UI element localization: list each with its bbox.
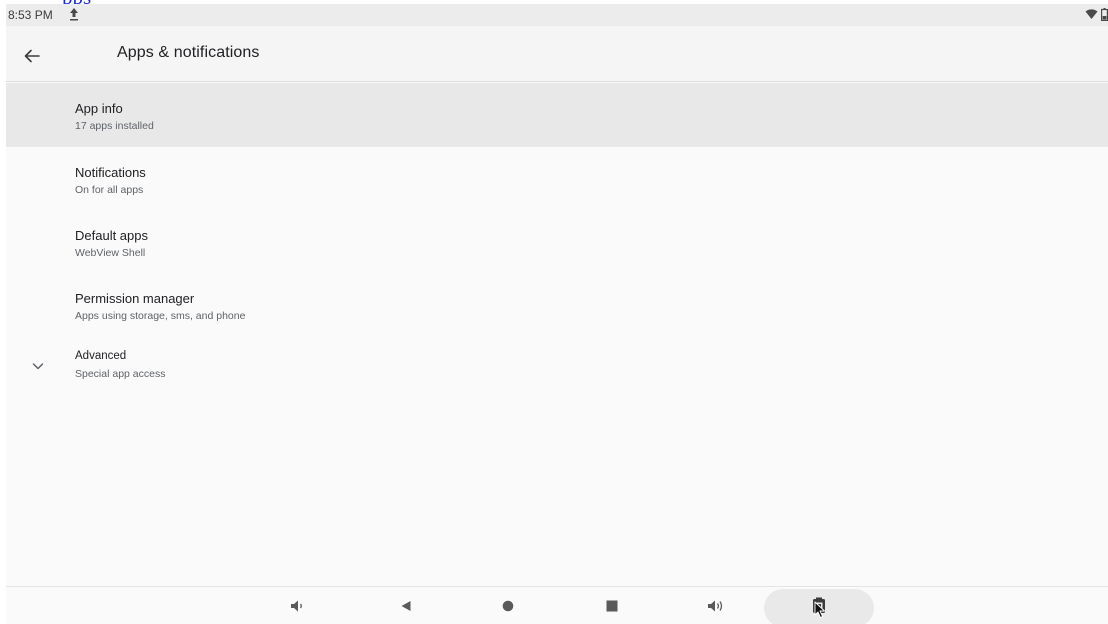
status-icons xyxy=(1085,8,1108,22)
list-item-title: Advanced xyxy=(75,350,127,362)
list-item-subtitle: On for all apps xyxy=(75,184,144,196)
android-screen: 8:53 PM Apps & notifications App info 17… xyxy=(6,4,1108,624)
list-item-title: Notifications xyxy=(75,165,146,180)
upload-icon xyxy=(70,8,78,21)
list-item-subtitle: WebView Shell xyxy=(75,247,146,259)
back-button[interactable] xyxy=(386,587,426,624)
recents-square-icon xyxy=(606,600,618,612)
list-item-permission-manager[interactable]: Permission manager Apps using storage, s… xyxy=(6,273,1108,336)
navigation-bar xyxy=(6,586,1108,624)
status-time: 8:53 PM xyxy=(8,8,53,22)
list-item-advanced[interactable]: Advanced Special app access xyxy=(6,336,1108,399)
battery-icon xyxy=(1101,8,1108,21)
list-item-app-info[interactable]: App info 17 apps installed xyxy=(6,83,1108,147)
list-item-default-apps[interactable]: Default apps WebView Shell xyxy=(6,210,1108,273)
mouse-cursor-icon xyxy=(814,601,825,618)
list-item-notifications[interactable]: Notifications On for all apps xyxy=(6,147,1108,210)
home-circle-icon xyxy=(502,600,514,612)
wifi-icon xyxy=(1085,9,1098,19)
volume-down-button[interactable] xyxy=(278,587,318,624)
page-title: Apps & notifications xyxy=(117,44,260,61)
recents-button[interactable] xyxy=(592,587,632,624)
back-arrow-icon[interactable] xyxy=(18,42,46,70)
home-button[interactable] xyxy=(488,587,528,624)
status-bar: 8:53 PM xyxy=(6,4,1108,26)
list-item-subtitle: Special app access xyxy=(75,368,166,380)
list-item-subtitle: Apps using storage, sms, and phone xyxy=(75,310,246,322)
list-item-title: Default apps xyxy=(75,228,148,243)
volume-up-button[interactable] xyxy=(696,587,736,624)
back-triangle-icon xyxy=(401,601,411,611)
volume-down-icon xyxy=(291,600,302,612)
app-bar: Apps & notifications xyxy=(6,26,1108,82)
settings-list: App info 17 apps installed Notifications… xyxy=(6,83,1108,399)
volume-up-icon xyxy=(708,600,723,612)
list-item-title: App info xyxy=(75,101,123,116)
list-item-title: Permission manager xyxy=(75,291,195,306)
list-item-subtitle: 17 apps installed xyxy=(75,120,154,132)
chevron-down-icon xyxy=(32,363,44,370)
